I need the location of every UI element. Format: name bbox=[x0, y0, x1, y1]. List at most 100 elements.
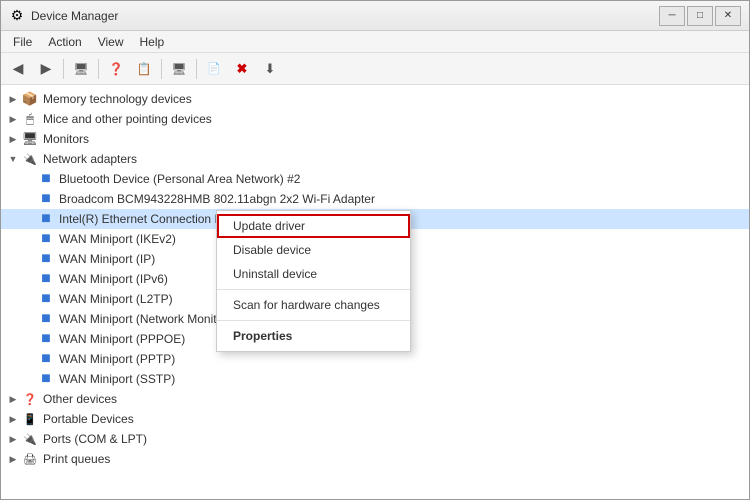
tree-label-wan-ipv6: WAN Miniport (IPv6) bbox=[59, 272, 168, 286]
broadcom-icon: ■ bbox=[37, 191, 55, 207]
tree-item-ports[interactable]: ▶ 🔌 Ports (COM & LPT) bbox=[1, 429, 749, 449]
expand-spacer-intel bbox=[21, 211, 37, 227]
help-button[interactable]: ❓ bbox=[103, 57, 129, 81]
display-button[interactable]: 🖥 bbox=[166, 57, 192, 81]
tree-label-wan-ip: WAN Miniport (IP) bbox=[59, 252, 155, 266]
expand-spacer-wan-l2tp bbox=[21, 291, 37, 307]
tree-item-mice[interactable]: ▶ 🖱 Mice and other pointing devices bbox=[1, 109, 749, 129]
tree-item-wan-sstp[interactable]: ■ WAN Miniport (SSTP) bbox=[1, 369, 749, 389]
expand-spacer-wan-sstp bbox=[21, 371, 37, 387]
menu-help[interactable]: Help bbox=[132, 31, 173, 52]
expand-icon-network: ▼ bbox=[5, 151, 21, 167]
menu-action[interactable]: Action bbox=[40, 31, 89, 52]
window-controls: ─ □ ✕ bbox=[659, 6, 741, 26]
ctx-uninstall-device[interactable]: Uninstall device bbox=[217, 262, 410, 286]
expand-icon-monitors: ▶ bbox=[5, 131, 21, 147]
toolbar-sep-1 bbox=[63, 59, 64, 79]
ctx-update-driver[interactable]: Update driver bbox=[217, 214, 410, 238]
network-adapters-icon: 🔌 bbox=[21, 151, 39, 167]
wan-ipv6-icon: ■ bbox=[37, 271, 55, 287]
other-devices-icon: ❓ bbox=[21, 391, 39, 407]
device-manager-window: ⚙ Device Manager ─ □ ✕ File Action View … bbox=[0, 0, 750, 500]
tree-label-wan-sstp: WAN Miniport (SSTP) bbox=[59, 372, 175, 386]
wan-ikev2-icon: ■ bbox=[37, 231, 55, 247]
context-menu: Update driver Disable device Uninstall d… bbox=[216, 210, 411, 352]
maximize-button[interactable]: □ bbox=[687, 6, 713, 26]
back-button[interactable]: ◀ bbox=[5, 57, 31, 81]
monitors-icon: 🖥 bbox=[21, 131, 39, 147]
tree-item-wan-pptp[interactable]: ■ WAN Miniport (PPTP) bbox=[1, 349, 749, 369]
portable-devices-icon: 📱 bbox=[21, 411, 39, 427]
tree-label-monitors: Monitors bbox=[43, 132, 89, 146]
tree-label-wan-network: WAN Miniport (Network Monitor) bbox=[59, 312, 231, 326]
tree-label-broadcom: Broadcom BCM943228HMB 802.11abgn 2x2 Wi-… bbox=[59, 192, 375, 206]
wan-l2tp-icon: ■ bbox=[37, 291, 55, 307]
toolbar-sep-2 bbox=[98, 59, 99, 79]
wan-sstp-icon: ■ bbox=[37, 371, 55, 387]
tree-item-portable[interactable]: ▶ 📱 Portable Devices bbox=[1, 409, 749, 429]
ctx-separator-2 bbox=[217, 320, 410, 321]
wan-pptp-icon: ■ bbox=[37, 351, 55, 367]
tree-label-wan-l2tp: WAN Miniport (L2TP) bbox=[59, 292, 173, 306]
ports-icon: 🔌 bbox=[21, 431, 39, 447]
expand-spacer-wan-pptp bbox=[21, 351, 37, 367]
tree-label-network-adapters: Network adapters bbox=[43, 152, 137, 166]
tree-item-broadcom[interactable]: ■ Broadcom BCM943228HMB 802.11abgn 2x2 W… bbox=[1, 189, 749, 209]
tree-item-bluetooth[interactable]: ■ Bluetooth Device (Personal Area Networ… bbox=[1, 169, 749, 189]
update-button[interactable]: ⬇ bbox=[257, 57, 283, 81]
tree-item-print[interactable]: ▶ 🖨 Print queues bbox=[1, 449, 749, 469]
toolbar-sep-4 bbox=[196, 59, 197, 79]
forward-button[interactable]: ▶ bbox=[33, 57, 59, 81]
tree-label-mice: Mice and other pointing devices bbox=[43, 112, 212, 126]
minimize-button[interactable]: ─ bbox=[659, 6, 685, 26]
tree-label-other: Other devices bbox=[43, 392, 117, 406]
menu-file[interactable]: File bbox=[5, 31, 40, 52]
expand-spacer-wan-ip bbox=[21, 251, 37, 267]
title-bar-icon: ⚙ bbox=[9, 8, 25, 24]
scan-button[interactable]: 📋 bbox=[131, 57, 157, 81]
tree-item-other[interactable]: ▶ ❓ Other devices bbox=[1, 389, 749, 409]
expand-icon-print: ▶ bbox=[5, 451, 21, 467]
ctx-scan-hardware[interactable]: Scan for hardware changes bbox=[217, 293, 410, 317]
tree-item-network-adapters[interactable]: ▼ 🔌 Network adapters bbox=[1, 149, 749, 169]
wan-ip-icon: ■ bbox=[37, 251, 55, 267]
expand-spacer-broadcom bbox=[21, 191, 37, 207]
remove-button[interactable]: ✖ bbox=[229, 57, 255, 81]
tree-label-wan-ikev2: WAN Miniport (IKEv2) bbox=[59, 232, 176, 246]
title-bar: ⚙ Device Manager ─ □ ✕ bbox=[1, 1, 749, 31]
tree-label-print: Print queues bbox=[43, 452, 110, 466]
close-button[interactable]: ✕ bbox=[715, 6, 741, 26]
expand-spacer-wan-ipv6 bbox=[21, 271, 37, 287]
tree-label-memory: Memory technology devices bbox=[43, 92, 192, 106]
title-bar-text: Device Manager bbox=[31, 9, 118, 23]
menu-view[interactable]: View bbox=[90, 31, 132, 52]
expand-icon-other: ▶ bbox=[5, 391, 21, 407]
wan-network-icon: ■ bbox=[37, 311, 55, 327]
bluetooth-icon: ■ bbox=[37, 171, 55, 187]
wan-pppoe-icon: ■ bbox=[37, 331, 55, 347]
toolbar-sep-3 bbox=[161, 59, 162, 79]
ctx-disable-device[interactable]: Disable device bbox=[217, 238, 410, 262]
tree-label-wan-pppoe: WAN Miniport (PPPOE) bbox=[59, 332, 185, 346]
menu-bar: File Action View Help bbox=[1, 31, 749, 53]
tree-label-wan-pptp: WAN Miniport (PPTP) bbox=[59, 352, 175, 366]
computer-button[interactable]: 🖥 bbox=[68, 57, 94, 81]
expand-spacer-bluetooth bbox=[21, 171, 37, 187]
toolbar: ◀ ▶ 🖥 ❓ 📋 🖥 📄 ✖ ⬇ bbox=[1, 53, 749, 85]
expand-icon-memory: ▶ bbox=[5, 91, 21, 107]
memory-icon: 📦 bbox=[21, 91, 39, 107]
tree-item-memory[interactable]: ▶ 📦 Memory technology devices bbox=[1, 89, 749, 109]
main-content: ▶ 📦 Memory technology devices ▶ 🖱 Mice a… bbox=[1, 85, 749, 499]
tree-label-bluetooth: Bluetooth Device (Personal Area Network)… bbox=[59, 172, 300, 186]
expand-spacer-wan-network bbox=[21, 311, 37, 327]
properties-button[interactable]: 📄 bbox=[201, 57, 227, 81]
ctx-properties[interactable]: Properties bbox=[217, 324, 410, 348]
ctx-separator-1 bbox=[217, 289, 410, 290]
expand-icon-portable: ▶ bbox=[5, 411, 21, 427]
expand-spacer-wan-ikev2 bbox=[21, 231, 37, 247]
tree-item-monitors[interactable]: ▶ 🖥 Monitors bbox=[1, 129, 749, 149]
expand-spacer-wan-pppoe bbox=[21, 331, 37, 347]
expand-icon-ports: ▶ bbox=[5, 431, 21, 447]
tree-label-ports: Ports (COM & LPT) bbox=[43, 432, 147, 446]
expand-icon-mice: ▶ bbox=[5, 111, 21, 127]
